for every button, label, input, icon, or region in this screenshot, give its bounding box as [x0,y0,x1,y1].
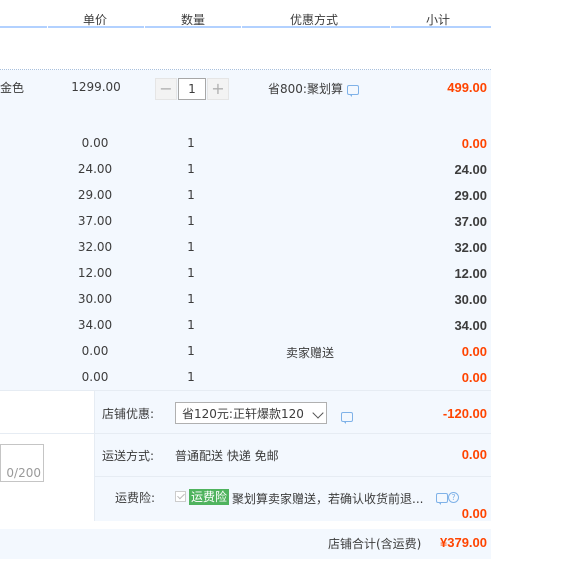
item-price: 1299.00 [71,80,121,94]
row-price: 0.00 [81,136,109,150]
shipping-method: 普通配送 快递 免邮 [175,449,279,463]
item-promo: 省800:聚划算 [268,80,359,97]
item-variant: 金色 [0,81,25,95]
row-quantity: 1 [187,188,195,202]
row-quantity: 1 [187,240,195,254]
row-quantity: 1 [187,370,195,384]
row-price: 37.00 [77,214,113,228]
chevron-down-icon [312,407,324,419]
header-price: 单价 [83,13,108,27]
message-counter: 0/200 [6,466,41,480]
row-price: 12.00 [77,266,113,280]
shop-discount-label: 店铺优惠: [102,407,155,421]
shop-discount-selected: 省120元:正轩爆款120 [182,407,304,421]
insurance-text: 聚划算卖家赠送，若确认收货前退... [232,492,424,506]
row-price: 30.00 [77,292,113,306]
insurance-checkbox[interactable] [175,491,186,502]
chat-icon[interactable] [341,411,353,424]
row-subtotal: 37.00 [454,214,487,229]
message-textarea[interactable]: 0/200 [0,444,44,482]
header-quantity: 数量 [181,13,206,27]
row-quantity: 1 [187,318,195,332]
row-price: 32.00 [77,240,113,254]
row-subtotal: 0.00 [461,370,487,385]
chat-icon[interactable] [346,84,359,97]
shop-discount-select[interactable]: 省120元:正轩爆款120 [175,402,327,424]
row-quantity: 1 [187,214,195,228]
insurance-icons: ? [436,490,459,505]
total-value: ¥379.00 [440,535,487,550]
shop-discount-amount: -120.00 [442,406,487,421]
row-subtotal: 29.00 [454,188,487,203]
item-list [0,70,491,390]
row-quantity: 1 [187,292,195,306]
item-promo-text: 省800:聚划算 [268,82,343,96]
row-quantity: 1 [187,162,195,176]
row-quantity: 1 [187,266,195,280]
row-quantity: 1 [187,344,195,358]
row-price: 24.00 [77,162,113,176]
insurance-amount: 0.00 [461,506,487,521]
row-note: 卖家赠送 [286,346,335,360]
quantity-stepper[interactable]: − 1 + [155,78,229,100]
shipping-label: 运送方式: [102,449,155,463]
row-price: 34.00 [77,318,113,332]
shipping-amount: 0.00 [461,447,487,462]
row-price: 0.00 [81,344,109,358]
shipping-section [95,434,491,476]
total-label: 店铺合计(含运费) [328,537,422,551]
row-price: 29.00 [77,188,113,202]
row-price: 0.00 [81,370,109,384]
quantity-input[interactable]: 1 [178,78,206,100]
header-underline [0,26,47,28]
row-subtotal: 24.00 [454,162,487,177]
row-subtotal: 32.00 [454,240,487,255]
insurance-label: 运费险: [115,491,156,505]
item-subtotal: 499.00 [447,80,487,95]
chat-icon[interactable] [436,492,448,505]
row-subtotal: 0.00 [461,136,487,151]
table-header: 单价 数量 优惠方式 小计 [0,0,491,28]
row-subtotal: 0.00 [461,344,487,359]
row-subtotal: 34.00 [454,318,487,333]
row-subtotal: 12.00 [454,266,487,281]
header-subtotal: 小计 [426,13,451,27]
header-promotion: 优惠方式 [290,13,339,27]
row-quantity: 1 [187,136,195,150]
row-subtotal: 30.00 [454,292,487,307]
help-icon[interactable]: ? [448,492,459,503]
increase-button[interactable]: + [207,78,229,100]
insurance-tag: 运费险 [189,489,230,505]
decrease-button[interactable]: − [155,78,177,100]
